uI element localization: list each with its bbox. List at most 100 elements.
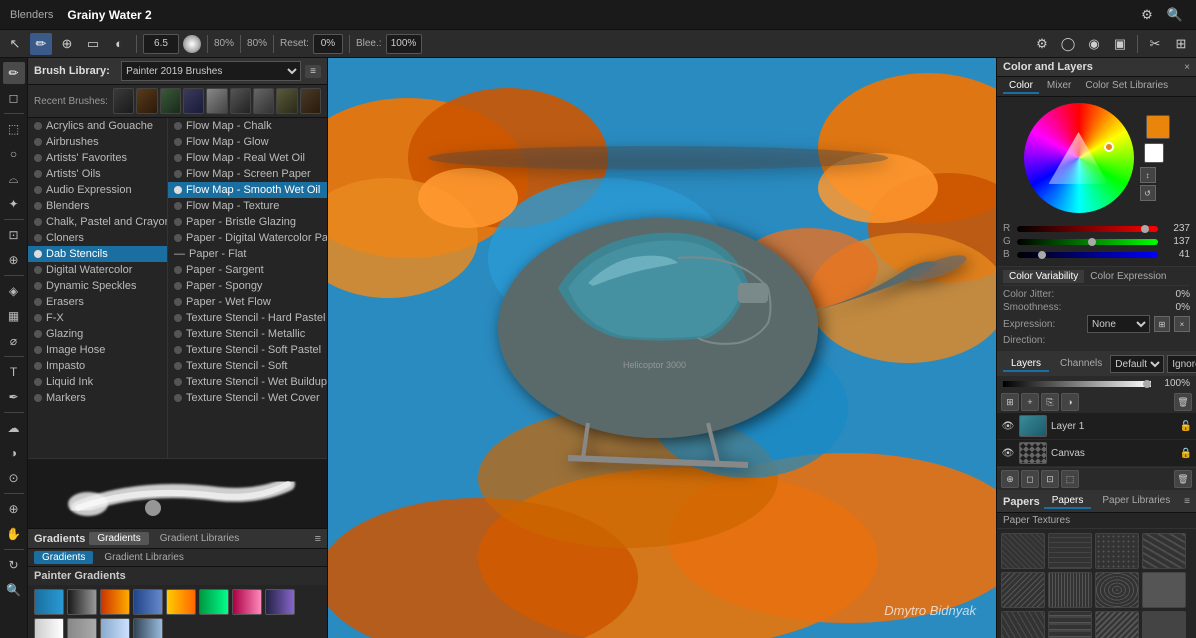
brush-item-acrylics[interactable]: Acrylics and Gouache [28,118,167,134]
brush-item-artists-fav[interactable]: Artists' Favorites [28,150,167,166]
layers-bt-3[interactable]: ⊡ [1041,470,1059,488]
expression-select[interactable]: None [1087,315,1150,333]
color-tab-libraries[interactable]: Color Set Libraries [1079,79,1174,94]
color-wheel[interactable] [1024,103,1134,213]
expression-options-btn[interactable]: ⊞ [1154,316,1170,332]
tool-gradient[interactable]: ▦ [3,305,25,327]
layer-1-visibility[interactable]: 👁 [1001,419,1015,433]
brush-item-markers[interactable]: Markers [28,390,167,406]
layer-canvas-visibility[interactable]: 👁 [1001,446,1015,460]
brush-right-texture-hard[interactable]: Texture Stencil - Hard Pastel [168,310,327,326]
blue-slider[interactable] [1017,252,1158,258]
grad-swatch-2[interactable] [67,589,97,615]
layers-new-group-btn[interactable]: ⊞ [1001,393,1019,411]
tool-oval-select[interactable]: ○ [3,143,25,165]
layers-opacity-slider[interactable] [1003,381,1151,387]
layers-duplicate-btn[interactable]: ⎘ [1041,393,1059,411]
brush-size-input[interactable] [143,34,179,54]
extra-btn-2[interactable]: ◯ [1057,33,1079,55]
brush-right-texture-metallic[interactable]: Texture Stencil - Metallic [168,326,327,342]
brush-right-paper-flat[interactable]: — Paper - Flat [168,246,327,262]
grad-swatch-9[interactable] [34,618,64,638]
layers-mask-btn[interactable]: ◑ [1061,393,1079,411]
brush-right-paper-digital[interactable]: Paper - Digital Watercolor Pa... [168,230,327,246]
layer-canvas-lock[interactable]: 🔒 [1180,448,1192,459]
brush-item-liquid-ink[interactable]: Liquid Ink [28,374,167,390]
grad-swatch-10[interactable] [67,618,97,638]
brush-right-flow-glow[interactable]: Flow Map - Glow [168,134,327,150]
recent-brush-5[interactable] [206,88,227,114]
expression-reset-btn[interactable]: × [1174,316,1190,332]
papers-tab-papers[interactable]: Papers [1044,494,1092,509]
brush-right-flow-screen[interactable]: Flow Map - Screen Paper [168,166,327,182]
tool-pen[interactable]: ✒ [3,386,25,408]
blee-value-input[interactable] [386,34,422,54]
tool-eraser[interactable]: ◻ [3,87,25,109]
red-slider[interactable] [1017,226,1158,232]
brush-right-texture-soft-pastel[interactable]: Texture Stencil - Soft Pastel [168,342,327,358]
layers-new-layer-btn[interactable]: + [1021,393,1039,411]
gradients-sub-tab-gradients[interactable]: Gradients [34,551,93,564]
brush-right-texture-soft[interactable]: Texture Stencil - Soft [168,358,327,374]
brush-right-flow-chalk[interactable]: Flow Map - Chalk [168,118,327,134]
brush-item-cloners[interactable]: Cloners [28,230,167,246]
paper-thumb-4[interactable] [1142,533,1186,569]
layers-tab-layers[interactable]: Layers [1003,357,1049,372]
paper-thumb-11[interactable] [1095,611,1139,638]
papers-menu-btn[interactable]: ≡ [1184,496,1190,507]
tool-smudge[interactable]: ☁ [3,417,25,439]
brush-item-artists-oils[interactable]: Artists' Oils [28,166,167,182]
tool-text[interactable]: T [3,361,25,383]
brush-item-glazing[interactable]: Glazing [28,326,167,342]
brush-item-impasto[interactable]: Impasto [28,358,167,374]
background-color-swatch[interactable] [1144,143,1164,163]
grad-swatch-8[interactable] [265,589,295,615]
recent-brush-2[interactable] [136,88,157,114]
brush-right-flow-smooth[interactable]: Flow Map - Smooth Wet Oil [168,182,327,198]
help-btn[interactable]: ⊞ [1170,33,1192,55]
brush-tool-btn[interactable]: ✏ [30,33,52,55]
paper-thumb-10[interactable] [1048,611,1092,638]
paper-thumb-1[interactable] [1001,533,1045,569]
tool-rect-select[interactable]: ⬚ [3,118,25,140]
gradients-menu-btn[interactable]: ≡ [315,533,321,545]
tool-magic-wand[interactable]: ✦ [3,193,25,215]
reset-value-input[interactable] [313,34,343,54]
tool-options-btn[interactable]: ✂ [1144,33,1166,55]
recent-brush-9[interactable] [300,88,321,114]
brush-right-flow-texture[interactable]: Flow Map - Texture [168,198,327,214]
foreground-color-swatch[interactable] [1146,115,1170,139]
paper-thumb-7[interactable] [1095,572,1139,608]
paper-thumb-9[interactable] [1001,611,1045,638]
recent-brush-3[interactable] [160,88,181,114]
brush-right-paper-sargent[interactable]: Paper - Sargent [168,262,327,278]
tool-magnify[interactable]: 🔍 [3,579,25,601]
recent-brush-7[interactable] [253,88,274,114]
layer-1-lock[interactable]: 🔓 [1180,421,1192,432]
green-slider[interactable] [1017,239,1158,245]
tool-brush[interactable]: ✏ [3,62,25,84]
tool-eyedropper[interactable]: ⌀ [3,330,25,352]
grad-swatch-5[interactable] [166,589,196,615]
brush-library-menu-btn[interactable]: ≡ [305,65,321,78]
shape-tool-btn[interactable]: ▭ [82,33,104,55]
gradients-tab-gradients[interactable]: Gradients [89,532,148,545]
paper-thumb-12[interactable] [1142,611,1186,638]
brush-right-texture-wet-cover[interactable]: Texture Stencil - Wet Cover [168,390,327,406]
tool-rotate[interactable]: ↻ [3,554,25,576]
brush-item-chalk[interactable]: Chalk, Pastel and Crayons [28,214,167,230]
cv-tab-variability[interactable]: Color Variability [1003,270,1084,283]
grad-swatch-4[interactable] [133,589,163,615]
grad-swatch-1[interactable] [34,589,64,615]
brush-right-paper-wet[interactable]: Paper - Wet Flow [168,294,327,310]
brush-item-erasers[interactable]: Erasers [28,294,167,310]
paper-thumb-2[interactable] [1048,533,1092,569]
grad-swatch-3[interactable] [100,589,130,615]
layers-composite-select[interactable]: Default [1110,355,1164,373]
canvas-area[interactable]: Helicoptor 3000 Dmytro Bidnyak [328,58,996,638]
tool-lasso[interactable]: ⌓ [3,168,25,190]
brush-item-blenders[interactable]: Blenders [28,198,167,214]
color-swap-btn[interactable]: ↕ [1140,167,1156,183]
brush-library-select[interactable]: Painter 2019 Brushes [121,61,301,81]
brush-right-texture-wet-buildup[interactable]: Texture Stencil - Wet Buildup [168,374,327,390]
